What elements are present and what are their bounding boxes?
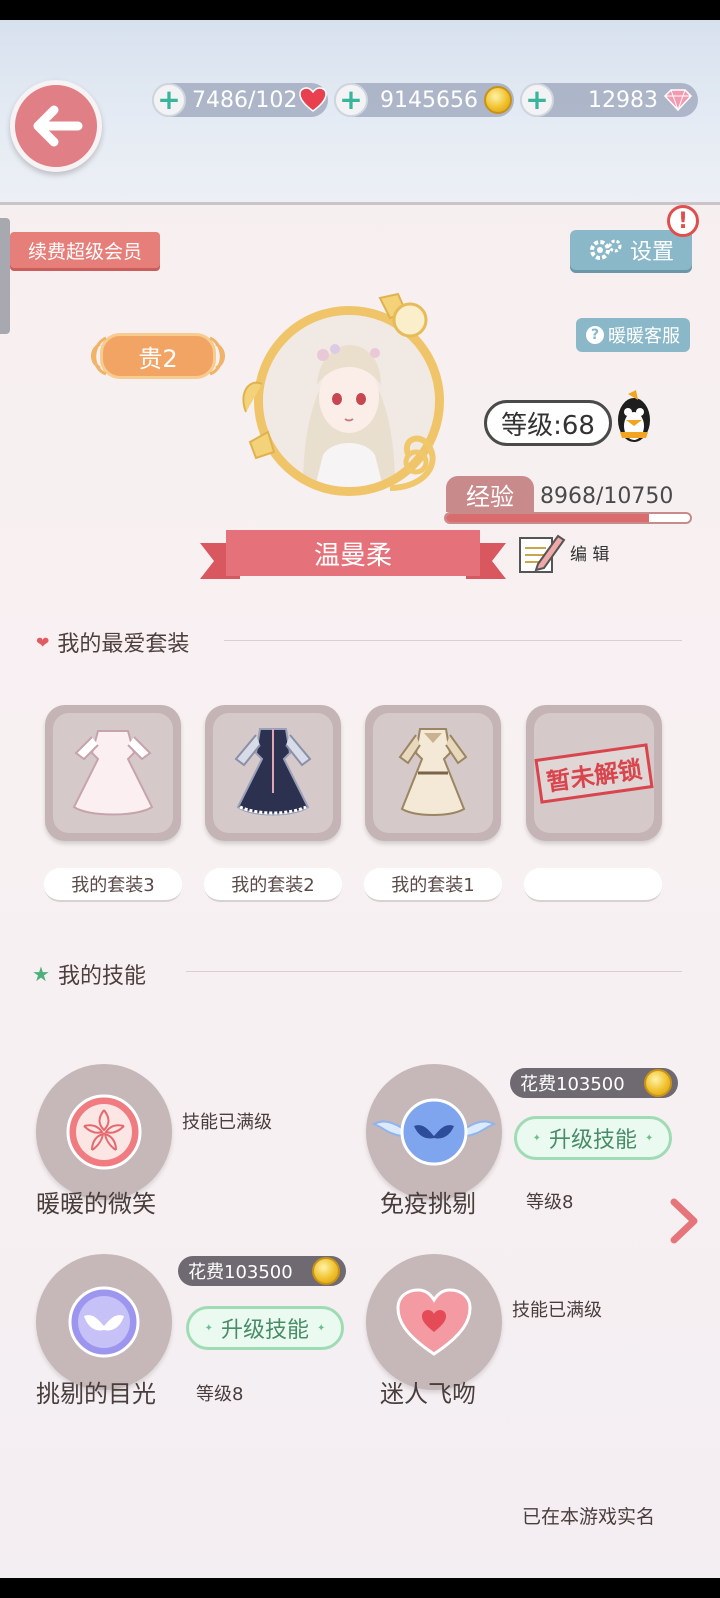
outfit-label: 我的套装1 (364, 868, 502, 902)
side-handle[interactable] (0, 218, 10, 334)
skill-immune[interactable] (366, 1064, 502, 1200)
qq-penguin-icon[interactable] (612, 390, 656, 446)
skill-level: 等级8 (526, 1192, 574, 1213)
section-divider (224, 640, 682, 641)
exp-value: 8968/10750 (540, 484, 674, 509)
skills-title: 我的技能 (57, 964, 146, 989)
outfit-card-3[interactable] (45, 705, 181, 841)
edit-pencil-icon (519, 534, 566, 573)
renew-vip-button[interactable]: 续费超级会员 (10, 232, 160, 268)
outfit-label: 我的套装3 (44, 868, 182, 902)
outfit-card-2[interactable] (205, 705, 341, 841)
coin-icon (312, 1257, 340, 1285)
upgrade-cost: 花费103500 (510, 1068, 678, 1098)
stamina-value: 7486/102 (192, 87, 298, 113)
cost-value: 花费103500 (520, 1074, 625, 1095)
upgrade-cost: 花费103500 (178, 1256, 346, 1286)
skills-header: ★ 我的技能 (32, 958, 146, 990)
realname-status: 已在本游戏实名 (522, 1506, 656, 1528)
exp-progress-bar (444, 512, 692, 524)
skill-kiss[interactable] (366, 1254, 502, 1390)
chevron-right-icon[interactable] (664, 1196, 704, 1246)
skill-level: 等级8 (196, 1384, 244, 1405)
heart-icon (396, 1288, 472, 1356)
diamond-icon (663, 89, 693, 112)
upgrade-label: 升级技能 (548, 1128, 637, 1153)
sparkle-icon: ✦ (204, 1322, 213, 1334)
skill-name: 迷人飞吻 (380, 1380, 476, 1408)
settings-button[interactable]: 设置 (570, 230, 692, 270)
sparkle-icon: ✦ (317, 1322, 326, 1334)
customer-service-button[interactable]: ? 暖暖客服 (576, 318, 690, 352)
skill-name: 免疫挑剔 (380, 1190, 476, 1218)
coin-icon (644, 1069, 672, 1097)
exp-label: 经验 (446, 476, 534, 512)
back-button[interactable] (10, 80, 102, 172)
gold-value: 9145656 (380, 87, 478, 113)
gold-counter: + 9145656 (334, 83, 514, 117)
mask-icon (68, 1286, 140, 1358)
status-bar (0, 0, 720, 20)
locked-stamp: 暂未解锁 (534, 742, 654, 804)
alert-icon: ! (667, 205, 699, 237)
avatar-frame-ornament-icon (242, 292, 436, 491)
coin-icon (484, 86, 512, 114)
add-diamond-button[interactable]: + (520, 83, 554, 117)
question-icon: ? (586, 326, 604, 344)
outfit-label (524, 868, 662, 902)
skill-name: 挑剔的目光 (36, 1380, 156, 1408)
outfit-label: 我的套装2 (204, 868, 342, 902)
heart-icon (299, 87, 328, 112)
service-label: 暖暖客服 (608, 326, 680, 347)
edit-label: 编 辑 (570, 544, 610, 565)
sakura-icon (66, 1094, 142, 1170)
outfit-card-1[interactable] (365, 705, 501, 841)
add-stamina-button[interactable]: + (152, 83, 186, 117)
add-gold-button[interactable]: + (334, 83, 368, 117)
upgrade-skill-button[interactable]: ✦ 升级技能 ✦ (186, 1306, 344, 1350)
diamond-counter: + 12983 (520, 83, 698, 117)
cost-value: 花费103500 (188, 1262, 293, 1283)
edit-name-button[interactable]: 编 辑 (518, 528, 618, 576)
beige-dress-icon (398, 728, 468, 816)
section-divider (186, 971, 682, 972)
upgrade-label: 升级技能 (220, 1318, 309, 1343)
upgrade-skill-button[interactable]: ✦ 升级技能 ✦ (514, 1116, 672, 1160)
skill-smile[interactable] (36, 1064, 172, 1200)
skill-max-status: 技能已满级 (182, 1112, 272, 1133)
player-level: 等级:68 (484, 400, 612, 446)
skill-gaze[interactable] (36, 1254, 172, 1390)
player-name: 温曼柔 (226, 530, 480, 576)
winged-mask-icon (372, 1098, 496, 1166)
skill-max-status: 技能已满级 (512, 1300, 602, 1321)
diamond-value: 12983 (588, 87, 658, 113)
skill-name: 暖暖的微笑 (36, 1190, 156, 1218)
star-bullet-icon: ★ (32, 962, 50, 986)
stamina-counter: + 7486/102 (152, 83, 328, 117)
sparkle-icon: ✦ (532, 1132, 541, 1144)
favorites-header: ❤ 我的最爱套装 (36, 626, 189, 658)
sparkle-icon: ✦ (645, 1132, 654, 1144)
heart-bullet-icon: ❤ (36, 632, 50, 652)
vip-wings-icon (91, 336, 225, 376)
navy-dress-icon (234, 728, 312, 816)
navigation-bar (0, 1578, 720, 1598)
vip-badge[interactable]: 贵2 (84, 333, 232, 379)
white-dress-icon (72, 730, 154, 816)
gear-icon (589, 239, 622, 260)
settings-label: 设置 (629, 240, 674, 265)
favorites-title: 我的最爱套装 (57, 632, 190, 657)
outfit-card-locked[interactable]: 暂未解锁 (526, 705, 662, 841)
arrow-left-icon (33, 105, 83, 147)
exp-progress-fill (446, 514, 650, 522)
